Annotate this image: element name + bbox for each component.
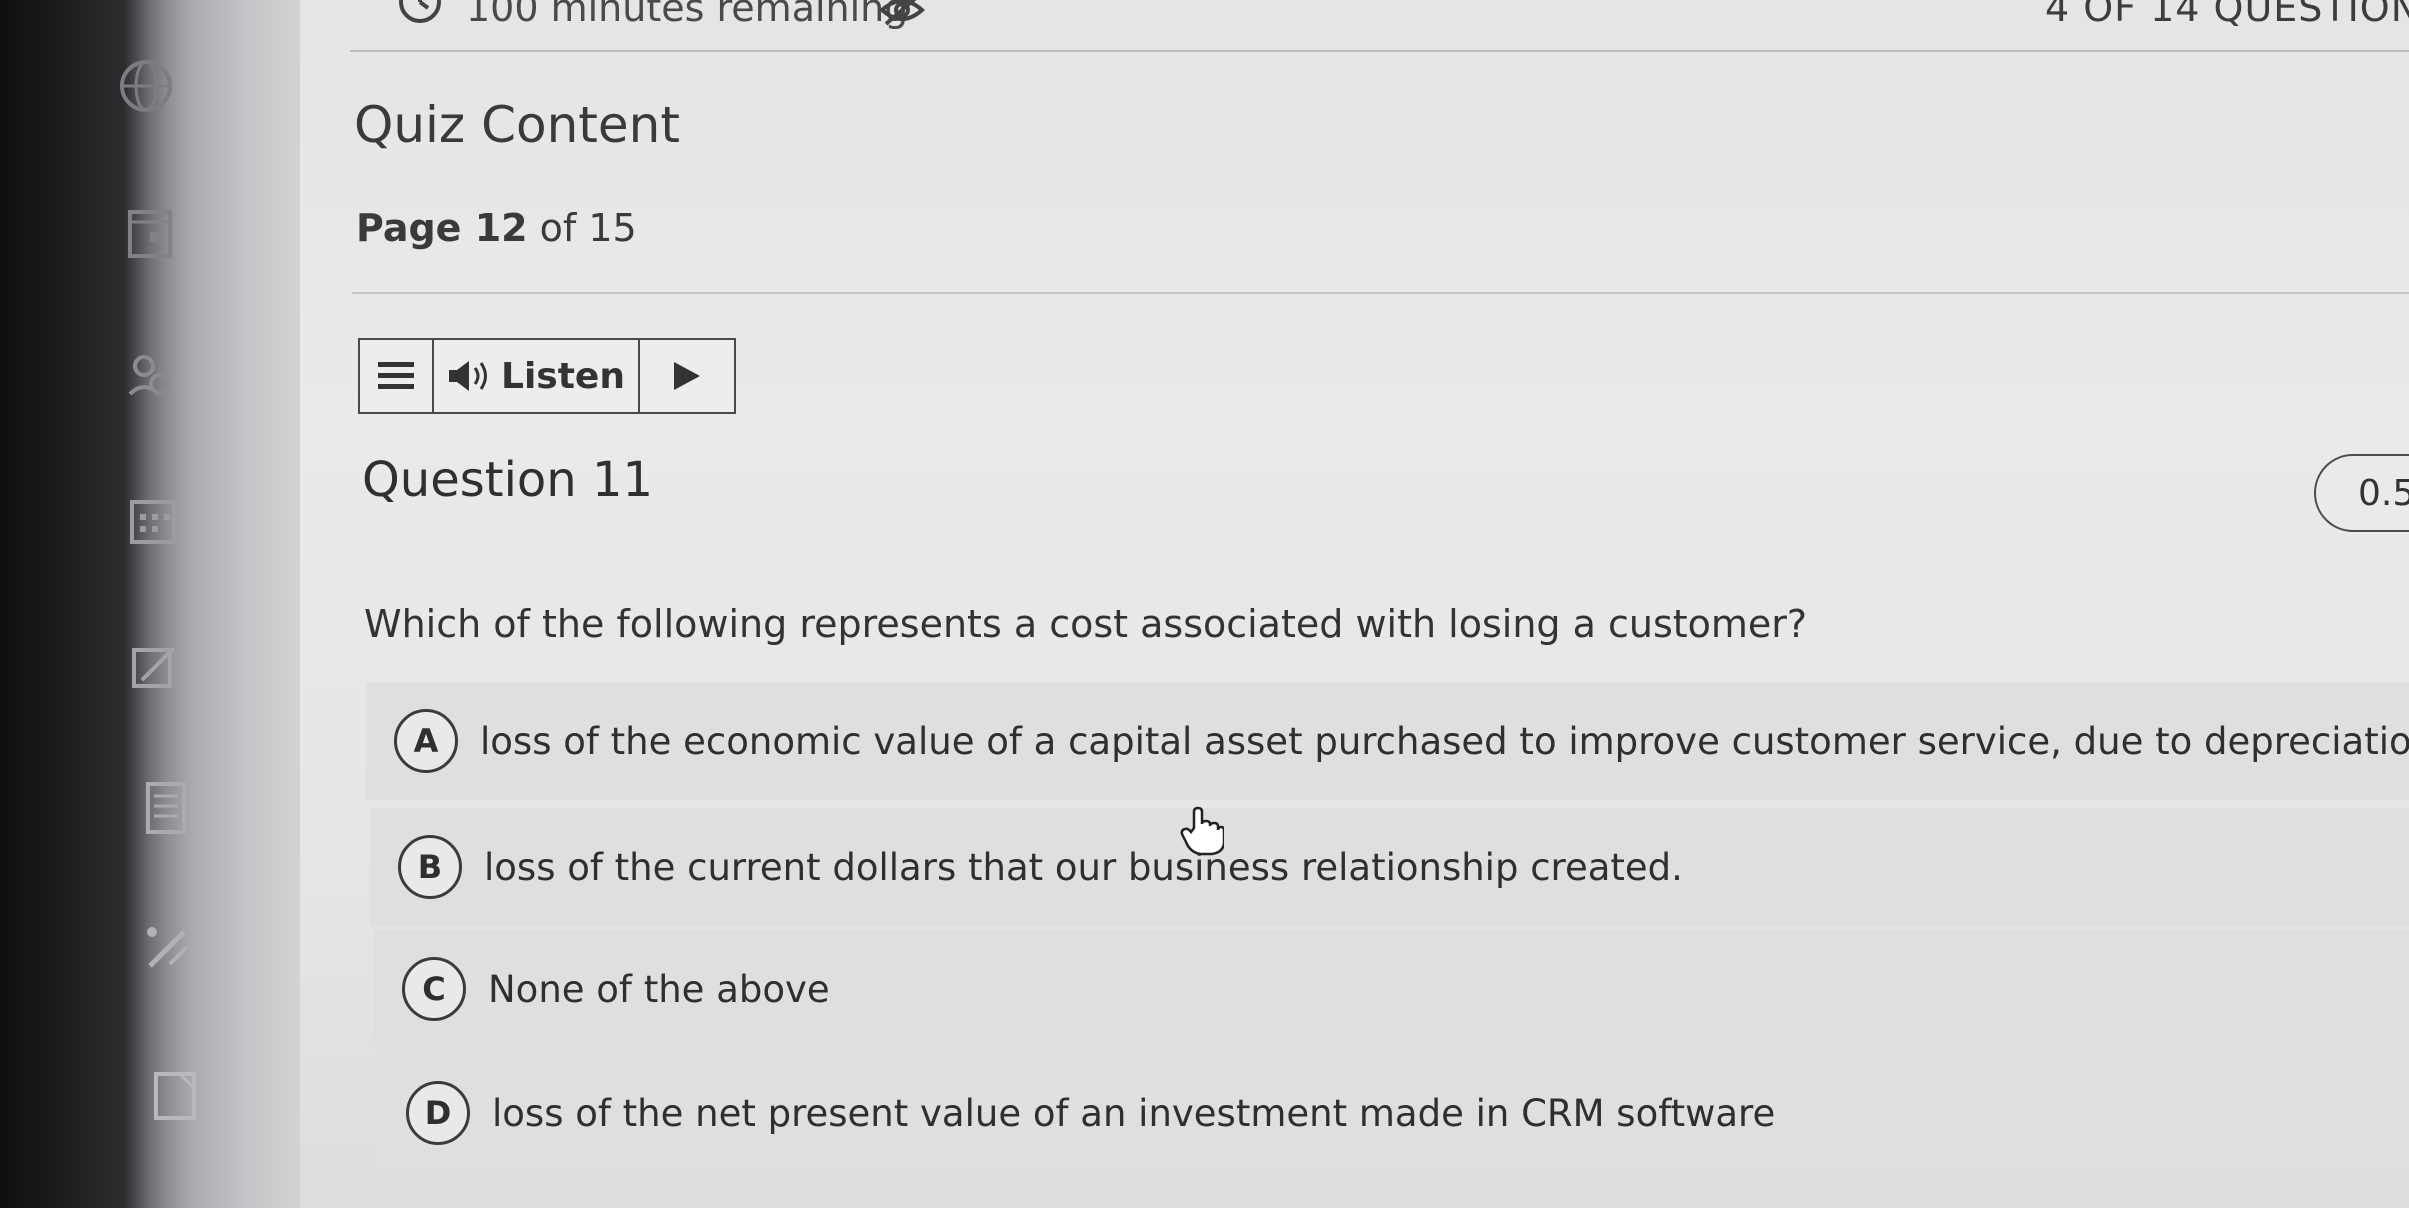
status-bar: 100 minutes remaining 4 OF 14 QUESTIONS [350, 0, 2409, 52]
listen-label: Listen [501, 355, 625, 397]
option-text: None of the above [488, 967, 830, 1011]
listen-button[interactable]: Listen [434, 340, 640, 412]
play-icon [674, 362, 700, 390]
clock-icon [399, 0, 441, 23]
answer-option-b[interactable]: B loss of the current dollars that our b… [370, 808, 2409, 926]
points-badge: 0.5 [2314, 454, 2409, 532]
page-indicator: Page 12 of 15 [356, 206, 637, 250]
document-icon[interactable] [150, 1068, 206, 1124]
listen-menu-button[interactable] [360, 340, 434, 412]
option-text: loss of the current dollars that our bus… [484, 845, 1683, 889]
hand-cursor-icon [1180, 806, 1224, 856]
page-current: 12 [474, 206, 528, 250]
quiz-panel: 100 minutes remaining 4 OF 14 QUESTIONS … [300, 0, 2409, 1208]
page-label: Page [356, 206, 462, 250]
globe-icon[interactable] [118, 58, 174, 114]
people-icon[interactable] [122, 350, 178, 406]
option-text: loss of the net present value of an inve… [492, 1091, 1776, 1135]
edit-icon[interactable] [128, 640, 184, 696]
speaker-icon [449, 361, 488, 391]
page-total: of 15 [539, 206, 637, 250]
divider [352, 292, 2409, 294]
play-button[interactable] [640, 340, 734, 412]
answer-option-c[interactable]: C None of the above [374, 930, 2409, 1048]
menu-icon [378, 362, 414, 389]
option-text: loss of the economic value of a capital … [480, 719, 2409, 763]
option-letter: B [398, 835, 462, 899]
grid-icon[interactable] [126, 494, 182, 550]
calendar-icon[interactable] [124, 206, 180, 262]
question-progress: 4 OF 14 QUESTIONS [2045, 0, 2409, 30]
option-letter: D [406, 1081, 470, 1145]
question-text: Which of the following represents a cost… [364, 602, 1808, 646]
notes-icon[interactable] [140, 780, 196, 836]
answer-option-a[interactable]: A loss of the economic value of a capita… [366, 682, 2409, 800]
option-letter: C [402, 957, 466, 1021]
tools-icon[interactable] [140, 920, 196, 976]
eye-slash-icon[interactable] [878, 0, 926, 28]
listen-toolbar: Listen [358, 338, 736, 414]
time-remaining: 100 minutes remaining [466, 0, 909, 30]
question-heading: Question 11 [362, 452, 654, 508]
page-title: Quiz Content [354, 96, 680, 154]
left-sidebar [0, 0, 310, 1208]
answer-option-d[interactable]: D loss of the net present value of an in… [378, 1054, 2409, 1172]
option-letter: A [394, 709, 458, 773]
